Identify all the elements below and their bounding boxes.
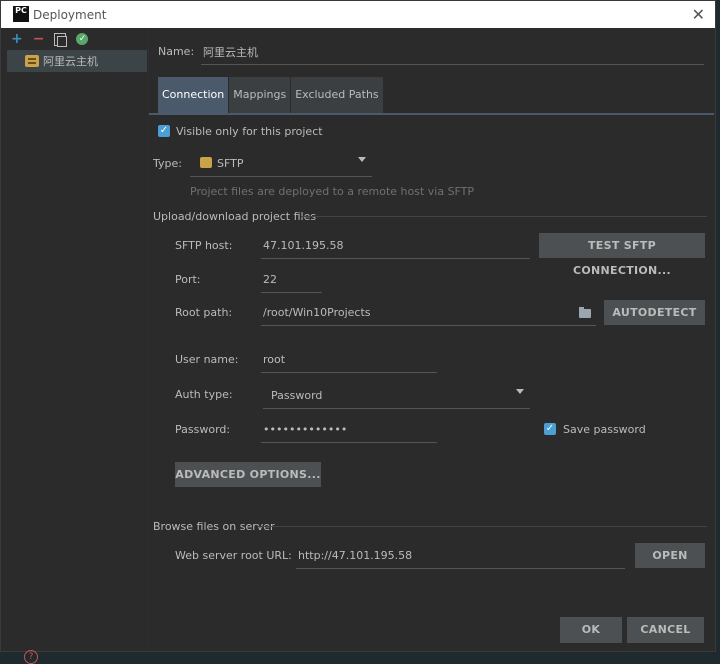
user-name-field[interactable]	[261, 347, 437, 373]
type-value: SFTP	[217, 157, 244, 170]
server-icon	[25, 55, 39, 67]
auth-type-label: Auth type:	[175, 388, 233, 401]
sftp-icon	[200, 157, 212, 168]
name-label: Name:	[158, 45, 195, 58]
auth-type-value: Password	[271, 389, 323, 402]
check-icon[interactable]: ✓	[76, 33, 89, 45]
password-field[interactable]	[261, 417, 437, 443]
port-field[interactable]	[261, 267, 322, 293]
tab-underline	[149, 113, 714, 115]
add-icon[interactable]: +	[11, 32, 23, 46]
pycharm-app-icon: PC	[13, 6, 29, 22]
auth-type-dropdown[interactable]: Password	[263, 383, 530, 409]
open-button[interactable]: OPEN	[635, 543, 705, 568]
server-list-toolbar: + − ✓	[11, 31, 89, 47]
window-title: Deployment	[33, 8, 107, 22]
tab-connection[interactable]: Connection	[158, 77, 229, 113]
root-path-field[interactable]	[261, 300, 596, 326]
help-icon[interactable]: ?	[24, 650, 38, 664]
name-field[interactable]	[201, 39, 704, 65]
sftp-host-label: SFTP host:	[175, 239, 233, 252]
folder-icon[interactable]	[579, 307, 591, 318]
autodetect-button[interactable]: AUTODETECT	[604, 300, 705, 325]
test-sftp-connection-button[interactable]: TEST SFTP CONNECTION...	[539, 233, 705, 277]
save-password-label: Save password	[563, 423, 646, 436]
server-item[interactable]: 阿里云主机	[7, 50, 147, 72]
web-root-url-label: Web server root URL:	[175, 549, 292, 562]
password-label: Password:	[175, 423, 231, 436]
tab-excluded-paths[interactable]: Excluded Paths	[291, 77, 383, 113]
copy-icon[interactable]	[54, 32, 68, 47]
cancel-button[interactable]: CANCEL	[627, 617, 704, 643]
close-icon[interactable]: ✕	[692, 5, 705, 24]
visible-only-label: Visible only for this project	[176, 125, 323, 138]
ok-button[interactable]: OK	[560, 617, 622, 643]
sftp-host-field[interactable]	[261, 233, 530, 259]
save-password-checkbox[interactable]: ✓	[544, 423, 556, 435]
user-name-label: User name:	[175, 353, 239, 366]
tab-bar: Connection Mappings Excluded Paths	[158, 77, 384, 113]
type-hint: Project files are deployed to a remote h…	[190, 185, 475, 198]
section-divider	[258, 526, 707, 527]
title-bar: PC Deployment ✕	[1, 1, 715, 28]
web-root-url-field[interactable]	[296, 543, 625, 569]
type-label: Type:	[153, 157, 182, 170]
chevron-down-icon	[516, 389, 524, 394]
upload-section-title: Upload/download project files	[153, 210, 317, 223]
section-divider	[301, 216, 707, 217]
chevron-down-icon	[358, 157, 366, 162]
port-label: Port:	[175, 273, 201, 286]
type-dropdown[interactable]: SFTP	[190, 151, 372, 177]
root-path-label: Root path:	[175, 306, 233, 319]
browse-section-title: Browse files on server	[153, 520, 275, 533]
visible-only-checkbox[interactable]: ✓	[158, 125, 170, 137]
advanced-options-button[interactable]: ADVANCED OPTIONS...	[175, 462, 321, 487]
server-item-label: 阿里云主机	[43, 55, 98, 68]
deployment-dialog: PC Deployment ✕ + − ✓ 阿里云主机 ? Name: Conn…	[0, 0, 716, 664]
remove-icon[interactable]: −	[33, 32, 45, 46]
tab-mappings[interactable]: Mappings	[229, 77, 291, 113]
server-list-panel: + − ✓ 阿里云主机 ?	[1, 28, 149, 664]
